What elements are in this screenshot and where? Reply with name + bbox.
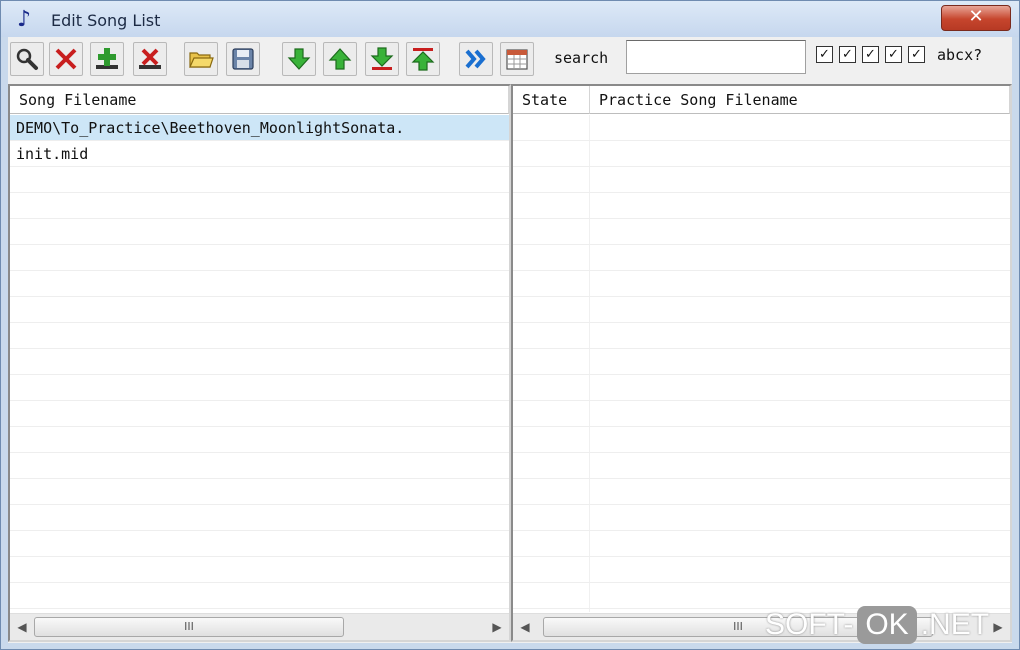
double-chevron-right-icon bbox=[465, 49, 486, 69]
floppy-disk-icon bbox=[232, 48, 254, 70]
move-bottom-button[interactable] bbox=[365, 42, 399, 76]
move-up-button[interactable] bbox=[323, 42, 357, 76]
checkbox-1[interactable]: ✓ bbox=[816, 46, 833, 63]
green-down-to-bar-icon bbox=[370, 47, 394, 70]
empty-row bbox=[513, 245, 1010, 271]
music-note-icon: ♪ bbox=[16, 7, 32, 32]
empty-row bbox=[10, 583, 509, 609]
empty-row bbox=[513, 141, 1010, 167]
watermark-text-2: OK bbox=[857, 606, 917, 644]
empty-row bbox=[10, 193, 509, 219]
magnifier-icon bbox=[16, 48, 38, 70]
empty-row bbox=[513, 531, 1010, 557]
empty-row bbox=[513, 193, 1010, 219]
green-down-arrow-icon bbox=[287, 48, 311, 70]
empty-row bbox=[513, 479, 1010, 505]
close-button[interactable]: ✕ bbox=[941, 5, 1011, 31]
remove-button[interactable] bbox=[133, 42, 167, 76]
empty-row bbox=[513, 323, 1010, 349]
empty-row bbox=[513, 505, 1010, 531]
empty-row bbox=[513, 427, 1010, 453]
empty-row bbox=[513, 115, 1010, 141]
empty-row bbox=[10, 505, 509, 531]
empty-row bbox=[513, 375, 1010, 401]
forward-button[interactable] bbox=[459, 42, 493, 76]
empty-row bbox=[513, 167, 1010, 193]
search-input[interactable] bbox=[626, 40, 806, 74]
song-filename-list[interactable]: Song Filename DEMO\To_Practice\Beethoven… bbox=[8, 84, 511, 642]
checkbox-4[interactable]: ✓ bbox=[885, 46, 902, 63]
practice-list[interactable]: State Practice Song Filename ◀ III ▶ bbox=[511, 84, 1012, 642]
scroll-right-arrow-icon[interactable]: ▶ bbox=[986, 614, 1010, 640]
song-rows: DEMO\To_Practice\Beethoven_MoonlightSona… bbox=[10, 115, 509, 612]
empty-row bbox=[513, 271, 1010, 297]
watermark: SOFT- OK .NET bbox=[765, 605, 989, 645]
list-item[interactable]: init.mid bbox=[10, 141, 509, 167]
list-item[interactable]: DEMO\To_Practice\Beethoven_MoonlightSona… bbox=[10, 115, 509, 141]
song-filename-header[interactable]: Song Filename bbox=[10, 86, 509, 114]
state-header[interactable]: State bbox=[513, 86, 590, 114]
scroll-left-arrow-icon[interactable]: ◀ bbox=[513, 614, 537, 640]
empty-row bbox=[513, 401, 1010, 427]
empty-row bbox=[10, 427, 509, 453]
empty-row bbox=[513, 297, 1010, 323]
move-top-button[interactable] bbox=[406, 42, 440, 76]
empty-row bbox=[513, 219, 1010, 245]
empty-row bbox=[10, 557, 509, 583]
checkbox-group: ✓ ✓ ✓ ✓ ✓ bbox=[816, 46, 925, 66]
small-red-x-icon bbox=[139, 48, 161, 69]
find-button[interactable] bbox=[10, 42, 44, 76]
calendar-grid-icon bbox=[506, 49, 528, 70]
save-button[interactable] bbox=[226, 42, 260, 76]
open-button[interactable] bbox=[184, 42, 218, 76]
empty-row bbox=[10, 453, 509, 479]
empty-row bbox=[10, 167, 509, 193]
calendar-button[interactable] bbox=[500, 42, 534, 76]
window-title: Edit Song List bbox=[51, 11, 161, 30]
title-bar[interactable]: ♪ Edit Song List ✕ bbox=[1, 1, 1019, 37]
toolbar: search ✓ ✓ ✓ ✓ ✓ abcx? bbox=[8, 37, 1012, 81]
empty-row bbox=[10, 271, 509, 297]
green-up-to-bar-icon bbox=[411, 48, 435, 71]
folder-icon bbox=[189, 52, 214, 68]
checkbox-3[interactable]: ✓ bbox=[862, 46, 879, 63]
delete-button[interactable] bbox=[49, 42, 83, 76]
add-button[interactable] bbox=[90, 42, 124, 76]
empty-row bbox=[10, 531, 509, 557]
move-down-button[interactable] bbox=[282, 42, 316, 76]
empty-row bbox=[10, 479, 509, 505]
search-label: search bbox=[554, 49, 609, 67]
empty-row bbox=[10, 375, 509, 401]
abcx-label: abcx? bbox=[937, 46, 983, 64]
scroll-right-arrow-icon[interactable]: ▶ bbox=[485, 614, 509, 640]
empty-row bbox=[10, 349, 509, 375]
practice-rows bbox=[513, 115, 1010, 612]
green-up-arrow-icon bbox=[328, 48, 352, 70]
empty-row bbox=[10, 219, 509, 245]
empty-row bbox=[513, 453, 1010, 479]
scroll-left-arrow-icon[interactable]: ◀ bbox=[10, 614, 34, 640]
left-horizontal-scrollbar[interactable]: ◀ III ▶ bbox=[10, 613, 509, 640]
empty-row bbox=[10, 245, 509, 271]
red-x-icon bbox=[55, 48, 77, 70]
practice-filename-header[interactable]: Practice Song Filename bbox=[590, 86, 1010, 114]
client-area: search ✓ ✓ ✓ ✓ ✓ abcx? Song Filename DEM… bbox=[8, 37, 1012, 643]
checkbox-2[interactable]: ✓ bbox=[839, 46, 856, 63]
watermark-text-3: .NET bbox=[920, 608, 990, 641]
checkbox-5[interactable]: ✓ bbox=[908, 46, 925, 63]
empty-row bbox=[10, 401, 509, 427]
scroll-thumb[interactable]: III bbox=[34, 617, 344, 637]
empty-row bbox=[10, 297, 509, 323]
watermark-text-1: SOFT- bbox=[765, 608, 854, 641]
empty-row bbox=[10, 323, 509, 349]
green-plus-icon bbox=[96, 48, 118, 69]
edit-song-list-window: ♪ Edit Song List ✕ search ✓ ✓ ✓ ✓ ✓ abcx… bbox=[0, 0, 1020, 650]
empty-row bbox=[513, 349, 1010, 375]
empty-row bbox=[513, 557, 1010, 583]
